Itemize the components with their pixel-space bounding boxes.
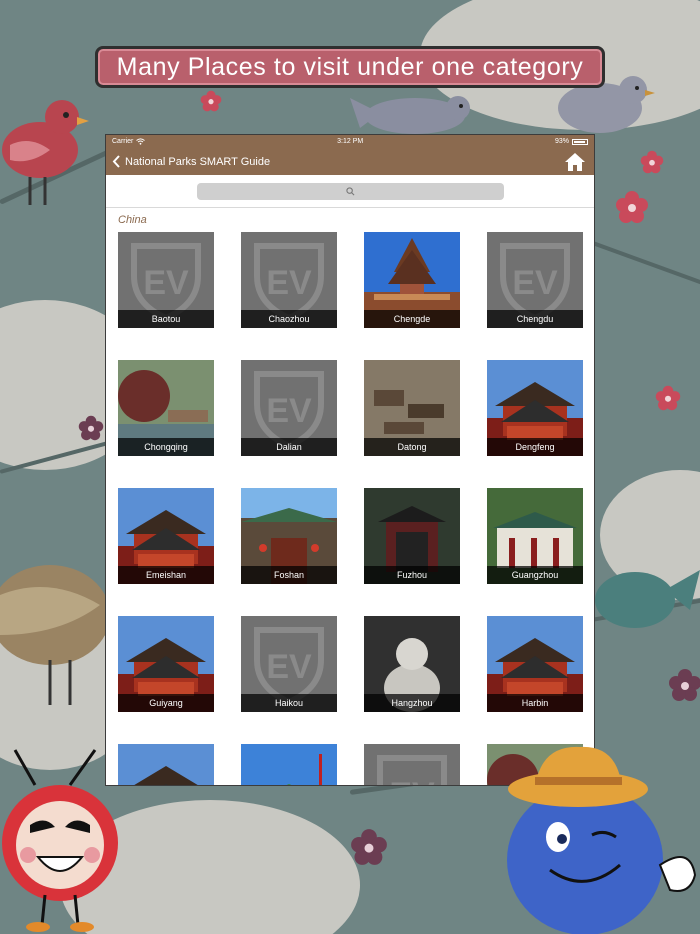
svg-text:EV: EV [143, 264, 189, 302]
carrier-label: Carrier [112, 138, 134, 145]
placeholder-image: EV [364, 744, 460, 786]
place-name-label: Dalian [241, 438, 337, 456]
place-tile[interactable]: EV Chengdu [487, 232, 583, 328]
promo-banner: Many Places to visit under one category [95, 46, 605, 88]
place-name-label: Emeishan [118, 566, 214, 584]
place-name-label: Chengde [364, 310, 460, 328]
place-tile[interactable]: EV Dalian [241, 360, 337, 456]
place-tile[interactable]: Guangzhou [487, 488, 583, 584]
place-tile[interactable]: Chongqing [118, 360, 214, 456]
place-tile[interactable]: EV Haikou [241, 616, 337, 712]
place-tile[interactable]: Guiyang [118, 616, 214, 712]
place-name-label: Foshan [241, 566, 337, 584]
place-tile[interactable]: EV [364, 744, 460, 786]
blossom-icon [640, 150, 664, 174]
place-name-label: Baotou [118, 310, 214, 328]
place-name-label: Fuzhou [364, 566, 460, 584]
place-tile[interactable]: Datong [364, 360, 460, 456]
blossom-icon [655, 385, 681, 411]
battery-percent: 93% [554, 138, 569, 145]
search-row [106, 175, 594, 208]
placeholder-logo-icon: EV [364, 744, 460, 786]
place-image [241, 744, 337, 785]
place-name-label: Chaozhou [241, 310, 337, 328]
section-header-china: China [118, 214, 147, 226]
place-tile[interactable]: Dengfeng [487, 360, 583, 456]
place-photo [118, 744, 214, 785]
place-tile[interactable]: EV Baotou [118, 232, 214, 328]
place-tile[interactable]: Foshan [241, 488, 337, 584]
device-screen: Carrier 3:12 PM 93% National Parks SMART… [105, 134, 595, 786]
place-tile[interactable] [241, 744, 337, 785]
home-icon [565, 152, 585, 171]
blossom-icon [200, 90, 222, 112]
place-name-label: Guangzhou [487, 566, 583, 584]
place-tile[interactable] [118, 744, 214, 785]
gray-bird-icon [350, 96, 470, 134]
place-name-label: Haikou [241, 694, 337, 712]
ladybug-character [2, 749, 118, 932]
blue-hat-character [507, 746, 697, 934]
blossom-icon [669, 669, 700, 701]
place-name-label: Dengfeng [487, 438, 583, 456]
place-image [118, 744, 214, 785]
places-grid: EV Baotou EV Chaozhou Chengde EV Chengdu Chongq… [118, 232, 583, 786]
place-name-label: Guiyang [118, 694, 214, 712]
svg-text:EV: EV [389, 776, 435, 786]
svg-text:EV: EV [512, 264, 558, 302]
place-name-label: Hangzhou [364, 694, 460, 712]
nav-bar: National Parks SMART Guide [106, 148, 594, 175]
status-time: 3:12 PM [337, 138, 364, 145]
search-input[interactable] [196, 182, 504, 200]
place-name-label: Chengdu [487, 310, 583, 328]
blossom-icon [351, 829, 387, 865]
svg-text:EV: EV [266, 648, 312, 686]
back-button-label: National Parks SMART Guide [125, 155, 271, 168]
place-tile[interactable]: Chengde [364, 232, 460, 328]
svg-text:EV: EV [266, 264, 312, 302]
back-button[interactable]: National Parks SMART Guide [112, 155, 270, 168]
place-tile[interactable]: Fuzhou [364, 488, 460, 584]
place-name-label: Datong [364, 438, 460, 456]
red-bird-icon [2, 100, 89, 205]
status-bar: Carrier 3:12 PM 93% [106, 135, 594, 148]
place-photo [241, 744, 337, 785]
teal-bird-icon [595, 570, 700, 628]
place-tile[interactable]: Emeishan [118, 488, 214, 584]
wifi-icon [136, 138, 146, 145]
home-button[interactable] [564, 152, 586, 172]
blossom-icon [78, 415, 104, 441]
blossom-icon [616, 191, 648, 223]
battery-icon [571, 138, 588, 145]
svg-text:EV: EV [266, 392, 312, 430]
place-name-label: Harbin [487, 694, 583, 712]
place-tile[interactable]: Harbin [487, 616, 583, 712]
place-tile[interactable]: EV Chaozhou [241, 232, 337, 328]
chevron-left-icon [112, 155, 120, 168]
place-name-label: Chongqing [118, 438, 214, 456]
search-icon [345, 186, 354, 195]
place-tile[interactable]: Hangzhou [364, 616, 460, 712]
brown-bird-icon [0, 565, 110, 705]
